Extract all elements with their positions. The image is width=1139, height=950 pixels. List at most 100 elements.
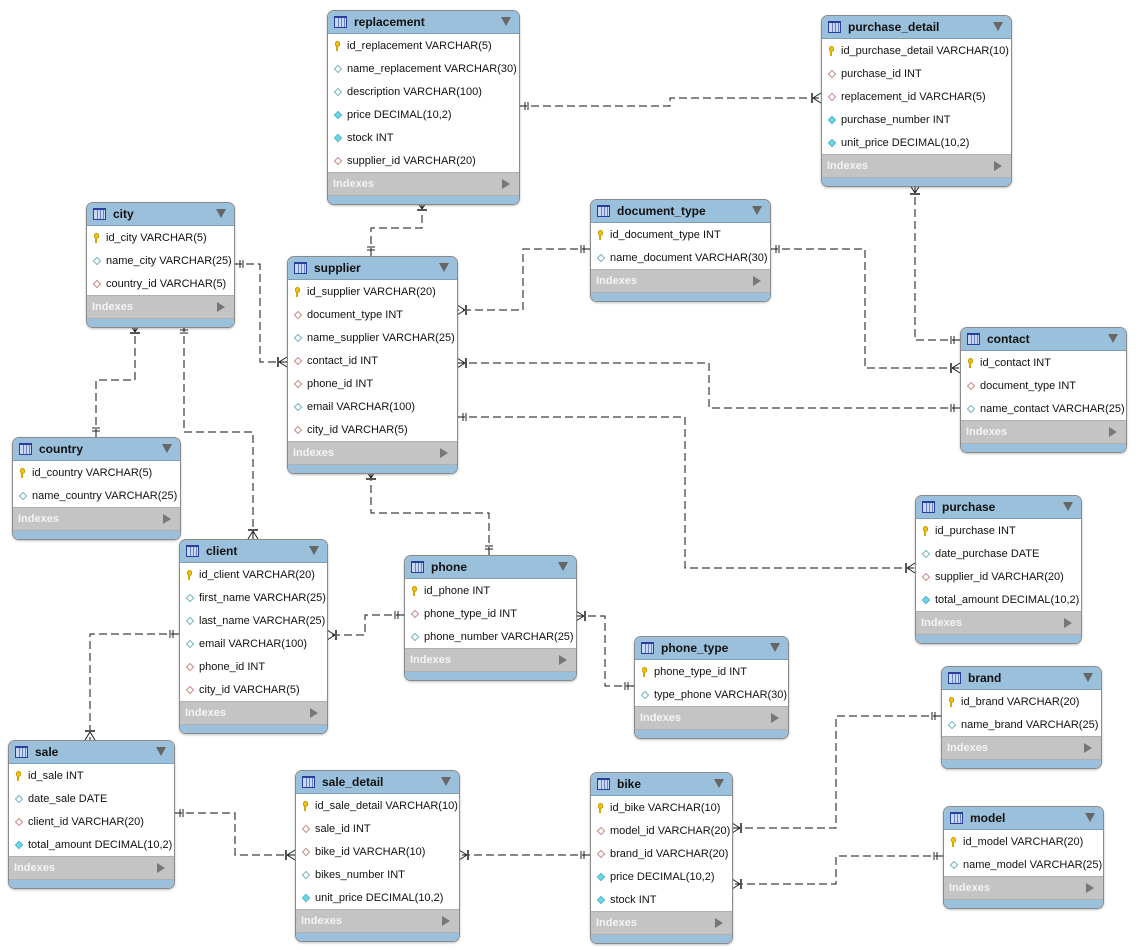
column-row[interactable]: email VARCHAR(100)	[288, 395, 457, 418]
expand-arrow-icon[interactable]	[310, 708, 318, 718]
table-header[interactable]: bike	[591, 773, 732, 796]
table-sale[interactable]: sale id_sale INT date_sale DATE client_id V…	[8, 740, 175, 889]
indexes-section[interactable]: Indexes	[296, 909, 459, 933]
column-row[interactable]: id_brand VARCHAR(20)	[942, 690, 1101, 713]
table-replacement[interactable]: replacement id_replacement VARCHAR(5) name…	[327, 10, 520, 205]
column-row[interactable]: replacement_id VARCHAR(5)	[822, 85, 1011, 108]
column-row[interactable]: last_name VARCHAR(25)	[180, 609, 327, 632]
table-header[interactable]: phone	[405, 556, 576, 579]
indexes-section[interactable]: Indexes	[961, 420, 1126, 444]
column-row[interactable]: total_amount DECIMAL(10,2)	[9, 833, 174, 856]
table-header[interactable]: client	[180, 540, 327, 563]
collapse-toggle-icon[interactable]	[309, 546, 319, 555]
column-row[interactable]: bikes_number INT	[296, 863, 459, 886]
indexes-section[interactable]: Indexes	[9, 856, 174, 880]
column-row[interactable]: phone_id INT	[180, 655, 327, 678]
column-row[interactable]: email VARCHAR(100)	[180, 632, 327, 655]
collapse-toggle-icon[interactable]	[156, 747, 166, 756]
column-row[interactable]: brand_id VARCHAR(20)	[591, 842, 732, 865]
relationship-document-type-to-supplier[interactable]	[456, 245, 590, 316]
indexes-section[interactable]: Indexes	[635, 706, 788, 730]
column-row[interactable]: document_type INT	[961, 374, 1126, 397]
collapse-toggle-icon[interactable]	[162, 444, 172, 453]
expand-arrow-icon[interactable]	[440, 448, 448, 458]
indexes-section[interactable]: Indexes	[13, 507, 180, 531]
table-city[interactable]: city id_city VARCHAR(5) name_city VARCHAR(…	[86, 202, 235, 328]
table-model[interactable]: model id_model VARCHAR(20) name_model VARC…	[943, 806, 1104, 909]
expand-arrow-icon[interactable]	[753, 276, 761, 286]
column-row[interactable]: id_purchase INT	[916, 519, 1081, 542]
table-header[interactable]: sale_detail	[296, 771, 459, 794]
column-row[interactable]: name_brand VARCHAR(25)	[942, 713, 1101, 736]
column-row[interactable]: name_city VARCHAR(25)	[87, 249, 234, 272]
indexes-section[interactable]: Indexes	[328, 172, 519, 196]
column-row[interactable]: stock INT	[328, 126, 519, 149]
collapse-toggle-icon[interactable]	[558, 562, 568, 571]
column-row[interactable]: id_purchase_detail VARCHAR(10)	[822, 39, 1011, 62]
indexes-section[interactable]: Indexes	[942, 736, 1101, 760]
indexes-section[interactable]: Indexes	[822, 154, 1011, 178]
table-bike[interactable]: bike id_bike VARCHAR(10) model_id VARCHAR(…	[590, 772, 733, 944]
table-header[interactable]: purchase_detail	[822, 16, 1011, 39]
collapse-toggle-icon[interactable]	[993, 22, 1003, 31]
table-country[interactable]: country id_country VARCHAR(5) name_country…	[12, 437, 181, 540]
relationship-supplier-to-purchase[interactable]	[457, 413, 916, 574]
collapse-toggle-icon[interactable]	[770, 643, 780, 652]
collapse-toggle-icon[interactable]	[216, 209, 226, 218]
column-row[interactable]: first_name VARCHAR(25)	[180, 586, 327, 609]
expand-arrow-icon[interactable]	[994, 161, 1002, 171]
table-supplier[interactable]: supplier id_supplier VARCHAR(20) document_…	[287, 256, 458, 474]
relationship-country-to-city[interactable]	[92, 323, 141, 437]
column-row[interactable]: model_id VARCHAR(20)	[591, 819, 732, 842]
column-row[interactable]: id_bike VARCHAR(10)	[591, 796, 732, 819]
table-header[interactable]: supplier	[288, 257, 457, 280]
expand-arrow-icon[interactable]	[1064, 618, 1072, 628]
column-row[interactable]: id_supplier VARCHAR(20)	[288, 280, 457, 303]
expand-arrow-icon[interactable]	[1109, 427, 1117, 437]
indexes-section[interactable]: Indexes	[405, 648, 576, 672]
table-header[interactable]: phone_type	[635, 637, 788, 660]
column-row[interactable]: purchase_id INT	[822, 62, 1011, 85]
table-header[interactable]: city	[87, 203, 234, 226]
column-row[interactable]: id_replacement VARCHAR(5)	[328, 34, 519, 57]
expand-arrow-icon[interactable]	[715, 918, 723, 928]
indexes-section[interactable]: Indexes	[916, 611, 1081, 635]
table-phone-type[interactable]: phone_type phone_type_id INT type_phone VA…	[634, 636, 789, 739]
column-row[interactable]: name_model VARCHAR(25)	[944, 853, 1103, 876]
column-row[interactable]: stock INT	[591, 888, 732, 911]
column-row[interactable]: phone_type_id INT	[405, 602, 576, 625]
table-brand[interactable]: brand id_brand VARCHAR(20) name_brand VARC…	[941, 666, 1102, 769]
table-header[interactable]: brand	[942, 667, 1101, 690]
expand-arrow-icon[interactable]	[217, 302, 225, 312]
column-row[interactable]: sale_id INT	[296, 817, 459, 840]
table-purchase[interactable]: purchase id_purchase INT date_purchase DAT…	[915, 495, 1082, 644]
column-row[interactable]: name_country VARCHAR(25)	[13, 484, 180, 507]
relationship-replacement-to-purchase-detail[interactable]	[519, 92, 822, 110]
table-header[interactable]: purchase	[916, 496, 1081, 519]
column-row[interactable]: purchase_number INT	[822, 108, 1011, 131]
expand-arrow-icon[interactable]	[1084, 743, 1092, 753]
column-row[interactable]: unit_price DECIMAL(10,2)	[822, 131, 1011, 154]
table-purchase-detail[interactable]: purchase_detail id_purchase_detail VARCHA…	[821, 15, 1012, 187]
column-row[interactable]: id_city VARCHAR(5)	[87, 226, 234, 249]
relationship-phone-type-to-phone[interactable]	[575, 610, 634, 690]
column-row[interactable]: name_supplier VARCHAR(25)	[288, 326, 457, 349]
relationship-purchase-to-purchase-detail[interactable]	[909, 184, 960, 344]
table-header[interactable]: document_type	[591, 200, 770, 223]
column-row[interactable]: price DECIMAL(10,2)	[328, 103, 519, 126]
expand-arrow-icon[interactable]	[1086, 883, 1094, 893]
column-row[interactable]: contact_id INT	[288, 349, 457, 372]
expand-arrow-icon[interactable]	[771, 713, 779, 723]
collapse-toggle-icon[interactable]	[714, 779, 724, 788]
indexes-section[interactable]: Indexes	[180, 701, 327, 725]
collapse-toggle-icon[interactable]	[752, 206, 762, 215]
table-phone[interactable]: phone id_phone INT phone_type_id INT phone_…	[404, 555, 577, 681]
column-row[interactable]: id_contact INT	[961, 351, 1126, 374]
column-row[interactable]: id_sale INT	[9, 764, 174, 787]
column-row[interactable]: price DECIMAL(10,2)	[591, 865, 732, 888]
collapse-toggle-icon[interactable]	[441, 777, 451, 786]
table-header[interactable]: country	[13, 438, 180, 461]
relationship-document-type-to-contact[interactable]	[770, 245, 961, 374]
table-contact[interactable]: contact id_contact INT document_type INT na…	[960, 327, 1127, 453]
column-row[interactable]: name_document VARCHAR(30)	[591, 246, 770, 269]
